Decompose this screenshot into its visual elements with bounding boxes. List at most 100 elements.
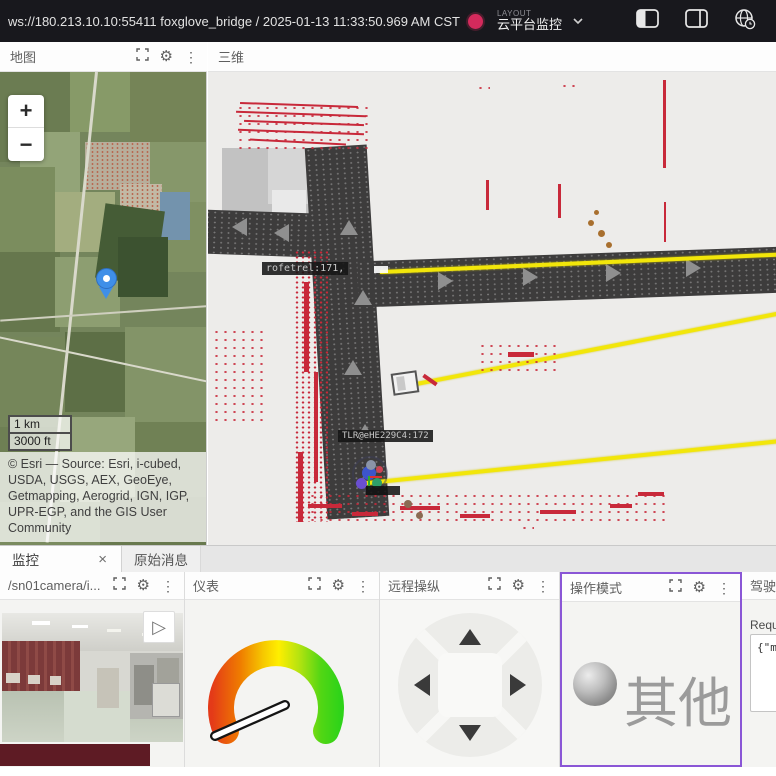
teleop-dpad [398,613,542,757]
map-forest [118,237,168,297]
settings-gear-icon[interactable]: ⚙ [160,49,173,64]
fullscreen-icon[interactable] [668,578,682,597]
obstacle-dot [416,512,423,519]
scene-panel-header: 三维 [208,42,776,72]
lidar-streak [298,452,303,522]
lane-arrow-icon [232,218,247,236]
lidar-cluster [236,101,371,150]
panel-menu-icon[interactable]: ⋮ [184,50,198,64]
drive-panel-title: 驾驶模式 [750,579,776,594]
settings-gear-icon[interactable]: ⚙ [512,578,525,593]
road-marker [374,266,388,273]
settings-gear-icon[interactable]: ⚙ [137,578,150,593]
detected-vehicle [390,370,420,396]
lane-arrow-icon [438,272,453,290]
mini-label [366,486,400,495]
scene-panel-title: 三维 [218,50,245,65]
trajectory-line [405,311,776,388]
fullscreen-icon[interactable] [307,576,321,595]
obstacle-dot [588,220,594,226]
request-json-input[interactable]: {"m [750,634,776,712]
map-field [130,72,206,152]
zoom-out-button[interactable]: − [8,128,44,161]
teleop-panel-header: 远程操纵 ⚙ ⋮ [380,572,559,600]
driving-mode-panel: 驾驶模式 Request {"m [742,572,776,767]
app-window: ws://180.213.10.10:55411 foxglove_bridge… [0,0,776,776]
panel-menu-icon[interactable]: ⋮ [356,579,370,593]
dpad-up-button[interactable] [459,629,481,645]
request-label: Request [750,618,776,632]
gauge-panel-title: 仪表 [193,579,220,594]
map-zoom-control: + − [8,95,44,161]
obstacle-dot [606,242,612,248]
lidar-cluster [212,328,264,424]
layout-selector[interactable]: LAYOUT 云平台监控 [496,9,562,33]
dpad-left-button[interactable] [414,674,430,696]
dpad-right-button[interactable] [510,674,526,696]
map-town [85,142,150,190]
lidar-cluster [476,84,490,90]
operation-mode-panel: 操作模式 ⚙ ⋮ 其他 [560,572,742,767]
lidar-cluster [478,342,558,376]
layout-name: 云平台监控 [496,17,562,33]
lidar-cluster [560,82,578,89]
play-button[interactable]: ▷ [143,611,175,643]
lidar-streak [508,352,534,357]
panel-menu-icon[interactable]: ⋮ [161,579,175,593]
settings-gear-icon[interactable]: ⚙ [693,580,706,595]
mode-indicator-sphere [573,662,617,706]
panel-menu-icon[interactable]: ⋮ [717,581,731,595]
lane-arrow-icon [354,290,372,305]
camera-bottom-bar [0,744,150,766]
panel-menu-icon[interactable]: ⋮ [536,579,550,593]
lidar-streak [304,282,309,372]
tab-monitor[interactable]: 监控 × [0,546,122,572]
trajectory-line [357,439,776,486]
lane-arrow-icon [344,360,362,375]
lane-arrow-icon [523,268,538,286]
fullscreen-icon[interactable] [487,576,501,595]
zoom-in-button[interactable]: + [8,95,44,128]
dpad-down-button[interactable] [459,725,481,741]
lane-arrow-icon [686,259,701,277]
map-attribution: © Esri — Source: Esri, i-cubed, USDA, US… [0,452,206,542]
mode-panel-title: 操作模式 [570,581,623,596]
settings-gear-icon[interactable]: ⚙ [332,578,345,593]
satellite-map[interactable]: + − 1 km 3000 ft © Esri — Source: Esri, … [0,72,207,545]
map-water [160,192,190,240]
obstacle-dot [404,500,412,508]
3d-scene-viewport[interactable]: rofetrel:171, TLR@eHE229C4:172 [208,72,776,545]
gauge-panel-header: 仪表 ⚙ ⋮ [185,572,379,600]
teleop-panel: 远程操纵 ⚙ ⋮ [380,572,560,767]
connection-status-text: ws://180.213.10.10:55411 foxglove_bridge… [8,13,460,29]
map-scale-ft: 3000 ft [8,433,72,451]
left-sidebar-toggle-icon[interactable] [636,9,659,33]
teleop-panel-title: 远程操纵 [388,579,441,594]
lidar-streak [663,80,666,168]
tab-close-icon[interactable]: × [96,551,109,568]
obstacle-dot [598,230,605,237]
lane-arrow-icon [340,220,358,235]
map-panel-header: 地图 ⚙ ⋮ [0,42,207,72]
right-sidebar-toggle-icon[interactable] [685,9,708,33]
connection-problem-indicator-icon[interactable] [467,13,483,29]
drive-panel-header: 驾驶模式 [742,572,776,600]
camera-panel-title: /sn01camera/i... [8,578,101,593]
mode-panel-header: 操作模式 ⚙ ⋮ [562,574,740,602]
globe-time-icon[interactable] [734,8,756,35]
lidar-streak [558,184,561,218]
top-bar: ws://180.213.10.10:55411 foxglove_bridge… [0,0,776,42]
fullscreen-icon[interactable] [135,47,149,66]
fullscreen-icon[interactable] [112,576,126,595]
camera-panel-header: /sn01camera/i... ⚙ ⋮ [0,572,184,600]
object-id-label: TLR@eHE229C4:172 [338,430,433,442]
lidar-streak [486,180,489,210]
tab-monitor-label: 监控 [12,553,39,568]
map-field [0,167,55,252]
tab-raw-messages[interactable]: 原始消息 [122,546,201,572]
chevron-down-icon[interactable] [572,12,584,30]
map-field [65,332,125,412]
ego-vehicle [348,452,394,504]
lidar-streak [638,492,664,496]
obstacle-dot [594,210,599,215]
